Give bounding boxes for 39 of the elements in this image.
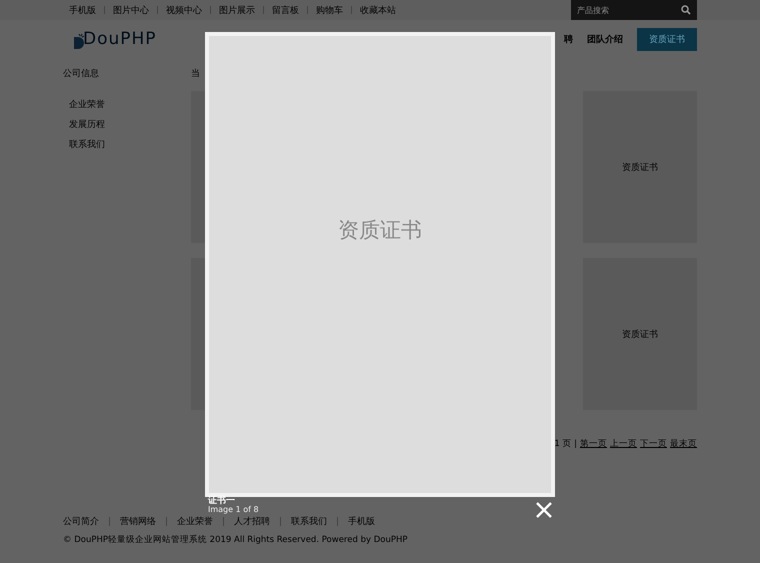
sidebar-title: 公司信息	[63, 68, 100, 81]
page-link[interactable]: 下一页	[640, 438, 667, 450]
certificate-thumbnail[interactable]: 资质证书	[583, 91, 697, 243]
search-field[interactable]: 产品搜索	[571, 0, 697, 20]
close-icon[interactable]	[536, 502, 552, 518]
image-title: 证书一	[208, 497, 236, 506]
footer-link[interactable]: 企业荣誉	[177, 515, 213, 528]
logo-text: DouPHP	[83, 29, 157, 49]
image-counter: Image 1 of 8	[208, 506, 259, 514]
copyright: © DouPHP轻量级企业网站管理系统 2019 All Rights Reserved. Powered by DouPHP	[63, 534, 408, 546]
sidebar-item[interactable]: 企业荣誉	[63, 98, 191, 118]
certificate-thumbnail[interactable]	[191, 91, 205, 243]
nav-item[interactable]: 团队介绍	[587, 28, 623, 50]
top-link[interactable]: 手机版	[69, 4, 96, 16]
certificate-thumbnail[interactable]: 资质证书	[583, 258, 697, 410]
nav-item[interactable]: 资质证书	[637, 28, 697, 50]
footer-link[interactable]: 人才招聘	[234, 515, 270, 528]
footer-link[interactable]: 手机版	[348, 515, 375, 528]
image-text: 资质证书	[338, 216, 422, 244]
footer-link[interactable]: 公司简介	[63, 515, 99, 528]
sidebar-item[interactable]: 发展历程	[63, 118, 191, 138]
top-link[interactable]: 视频中心	[166, 4, 202, 16]
page-link[interactable]: 上一页	[610, 438, 637, 450]
top-link[interactable]: 购物车	[316, 4, 343, 16]
logo-icon	[72, 33, 86, 49]
top-link[interactable]: 图片展示	[219, 4, 255, 16]
page-link[interactable]: 最末页	[670, 438, 697, 450]
footer-link[interactable]: 联系我们	[291, 515, 327, 528]
page-link[interactable]: 第一页	[580, 438, 607, 450]
search-icon[interactable]	[681, 5, 691, 15]
footer-link[interactable]: 营销网络	[120, 515, 156, 528]
nav-item[interactable]: 聘	[564, 28, 573, 50]
sidebar-item[interactable]: 联系我们	[63, 138, 191, 158]
top-link[interactable]: 留言板	[272, 4, 299, 16]
breadcrumb: 当	[191, 68, 201, 81]
certificate-thumbnail[interactable]	[191, 258, 205, 410]
page-summary: 1 页 |	[554, 438, 577, 450]
top-link[interactable]: 图片中心	[113, 4, 149, 16]
top-link[interactable]: 收藏本站	[360, 4, 396, 16]
